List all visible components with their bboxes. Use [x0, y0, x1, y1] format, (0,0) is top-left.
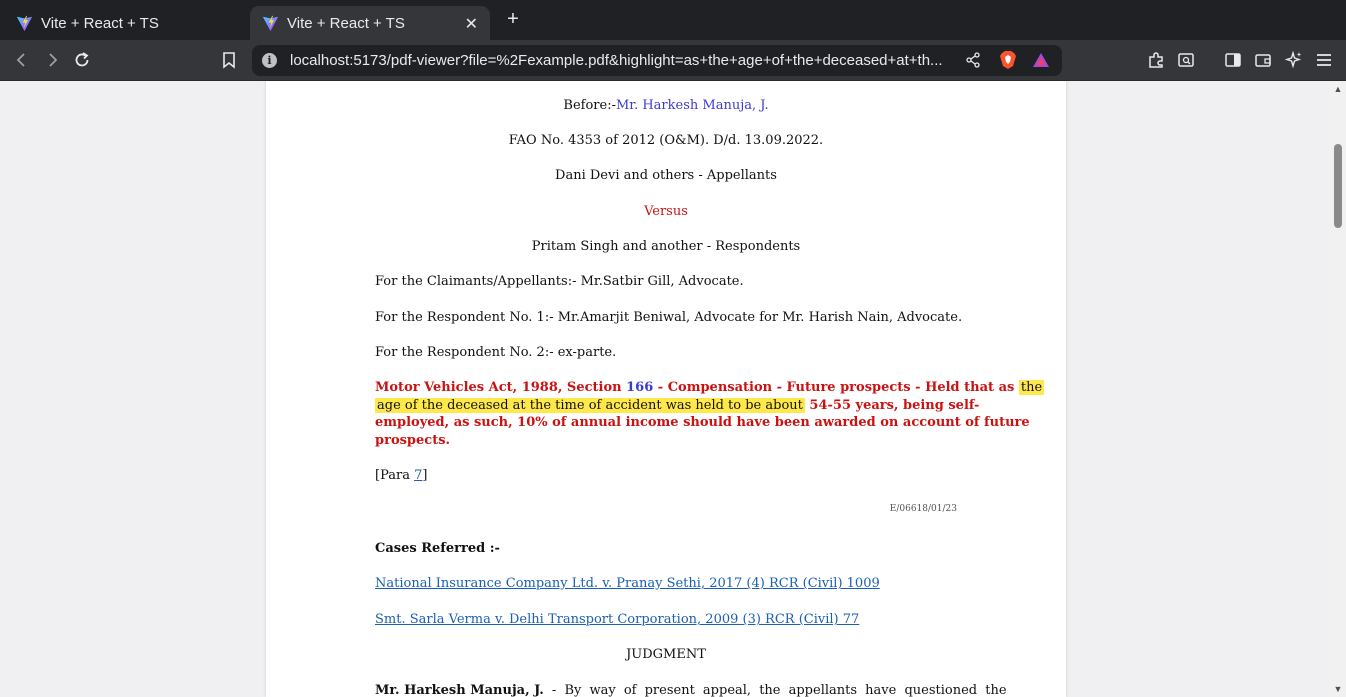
headnote-line-3: employed, as such, 10% of annual income …	[375, 415, 1030, 430]
appellants: Dani Devi and others - Appellants	[555, 168, 777, 183]
address-bar[interactable]: i localhost:5173/pdf-viewer?file=%2Fexam…	[252, 45, 1062, 76]
highlight-match: age of the deceased at the time of accid…	[375, 398, 805, 413]
pdf-page: Before:-Mr. Harkesh Manuja, J. FAO No. 4…	[266, 81, 1066, 697]
new-tab-icon[interactable]: +	[502, 8, 524, 31]
respondent1-counsel: For the Respondent No. 1:- Mr.Amarjit Be…	[375, 310, 963, 325]
headnote-line-2: age of the deceased at the time of accid…	[375, 398, 979, 413]
judge-name: Mr. Harkesh Manuja, J.	[615, 98, 769, 113]
sidebar-toggle-icon[interactable]	[1222, 49, 1244, 71]
browser-toolbar: i localhost:5173/pdf-viewer?file=%2Fexam…	[0, 40, 1346, 81]
url-text[interactable]: localhost:5173/pdf-viewer?file=%2Fexampl…	[290, 52, 955, 69]
scroll-up-icon[interactable]: ▲	[1333, 84, 1343, 94]
tab-vite-2[interactable]: Vite + React + TS ✕	[250, 6, 490, 40]
leo-ai-icon[interactable]	[1283, 49, 1305, 71]
tab-strip: Vite + React + TS Vite + React + TS ✕ +	[0, 0, 1346, 40]
tab-vite-1[interactable]: Vite + React + TS	[4, 6, 244, 40]
back-icon[interactable]	[11, 49, 33, 71]
para-prefix: [Para	[375, 468, 415, 483]
claimants-counsel: For the Claimants/Appellants:- Mr.Satbir…	[375, 274, 744, 289]
para-suffix: ]	[422, 468, 428, 483]
reload-icon[interactable]	[71, 49, 93, 71]
reference-code: E/06618/01/23	[889, 504, 957, 514]
tab-title: Vite + React + TS	[287, 14, 405, 32]
wallet-icon[interactable]	[1252, 49, 1274, 71]
section-number: 166	[626, 380, 654, 395]
respondents: Pritam Singh and another - Respondents	[531, 239, 801, 254]
para-reference: [Para 7]	[375, 468, 957, 483]
scroll-thumb[interactable]	[1334, 144, 1342, 228]
share-icon[interactable]	[962, 49, 984, 71]
bookmark-icon[interactable]	[218, 49, 240, 71]
brave-rewards-icon[interactable]	[1030, 49, 1052, 71]
respondent2-counsel: For the Respondent No. 2:- ex-parte.	[375, 345, 617, 360]
site-info-icon[interactable]: i	[262, 53, 277, 68]
case-number: FAO No. 4353 of 2012 (O&M). D/d. 13.09.2…	[508, 133, 824, 148]
close-tab-icon[interactable]: ✕	[465, 14, 478, 34]
vite-logo-icon	[16, 15, 33, 31]
cases-referred-heading: Cases Referred :-	[375, 541, 500, 556]
judgment-heading: JUDGMENT	[626, 647, 706, 662]
tab-title: Vite + React + TS	[41, 14, 159, 32]
case-link[interactable]: National Insurance Company Ltd. v. Prana…	[375, 576, 880, 591]
pdf-viewport: Before:-Mr. Harkesh Manuja, J. FAO No. 4…	[0, 81, 1346, 697]
brave-shields-icon[interactable]	[997, 49, 1019, 71]
judgment-text: - By way of present appeal, the appellan…	[543, 683, 1007, 697]
case-ref-2: Smt. Sarla Verma v. Delhi Transport Corp…	[375, 612, 957, 627]
case-ref-1: National Insurance Company Ltd. v. Prana…	[375, 576, 957, 591]
headnote-line-1: Motor Vehicles Act, 1988, Section 166 - …	[375, 380, 1045, 395]
before-line: Before:-Mr. Harkesh Manuja, J.	[375, 98, 957, 113]
headnote-line-4: prospects.	[375, 433, 451, 448]
headnote-text: 54-55 years, being self-	[804, 398, 980, 413]
headnote-text: - Compensation - Future prospects - Held…	[653, 380, 1019, 395]
judgment-first-line: Mr. Harkesh Manuja, J. - By way of prese…	[375, 683, 1007, 697]
forward-icon[interactable]	[41, 49, 63, 71]
before-prefix: Before:-	[563, 98, 616, 113]
extensions-icon[interactable]	[1145, 49, 1167, 71]
case-link[interactable]: Smt. Sarla Verma v. Delhi Transport Corp…	[375, 612, 859, 627]
versus: Versus	[644, 204, 688, 219]
scroll-down-icon[interactable]: ▼	[1333, 684, 1343, 694]
page-search-icon[interactable]	[1175, 49, 1197, 71]
vite-logo-icon	[262, 15, 279, 31]
headnote-text: Motor Vehicles Act, 1988, Section	[375, 380, 627, 395]
highlight-match: the	[1018, 380, 1045, 395]
judgment-judge: Mr. Harkesh Manuja, J.	[375, 683, 544, 697]
menu-icon[interactable]	[1313, 49, 1335, 71]
